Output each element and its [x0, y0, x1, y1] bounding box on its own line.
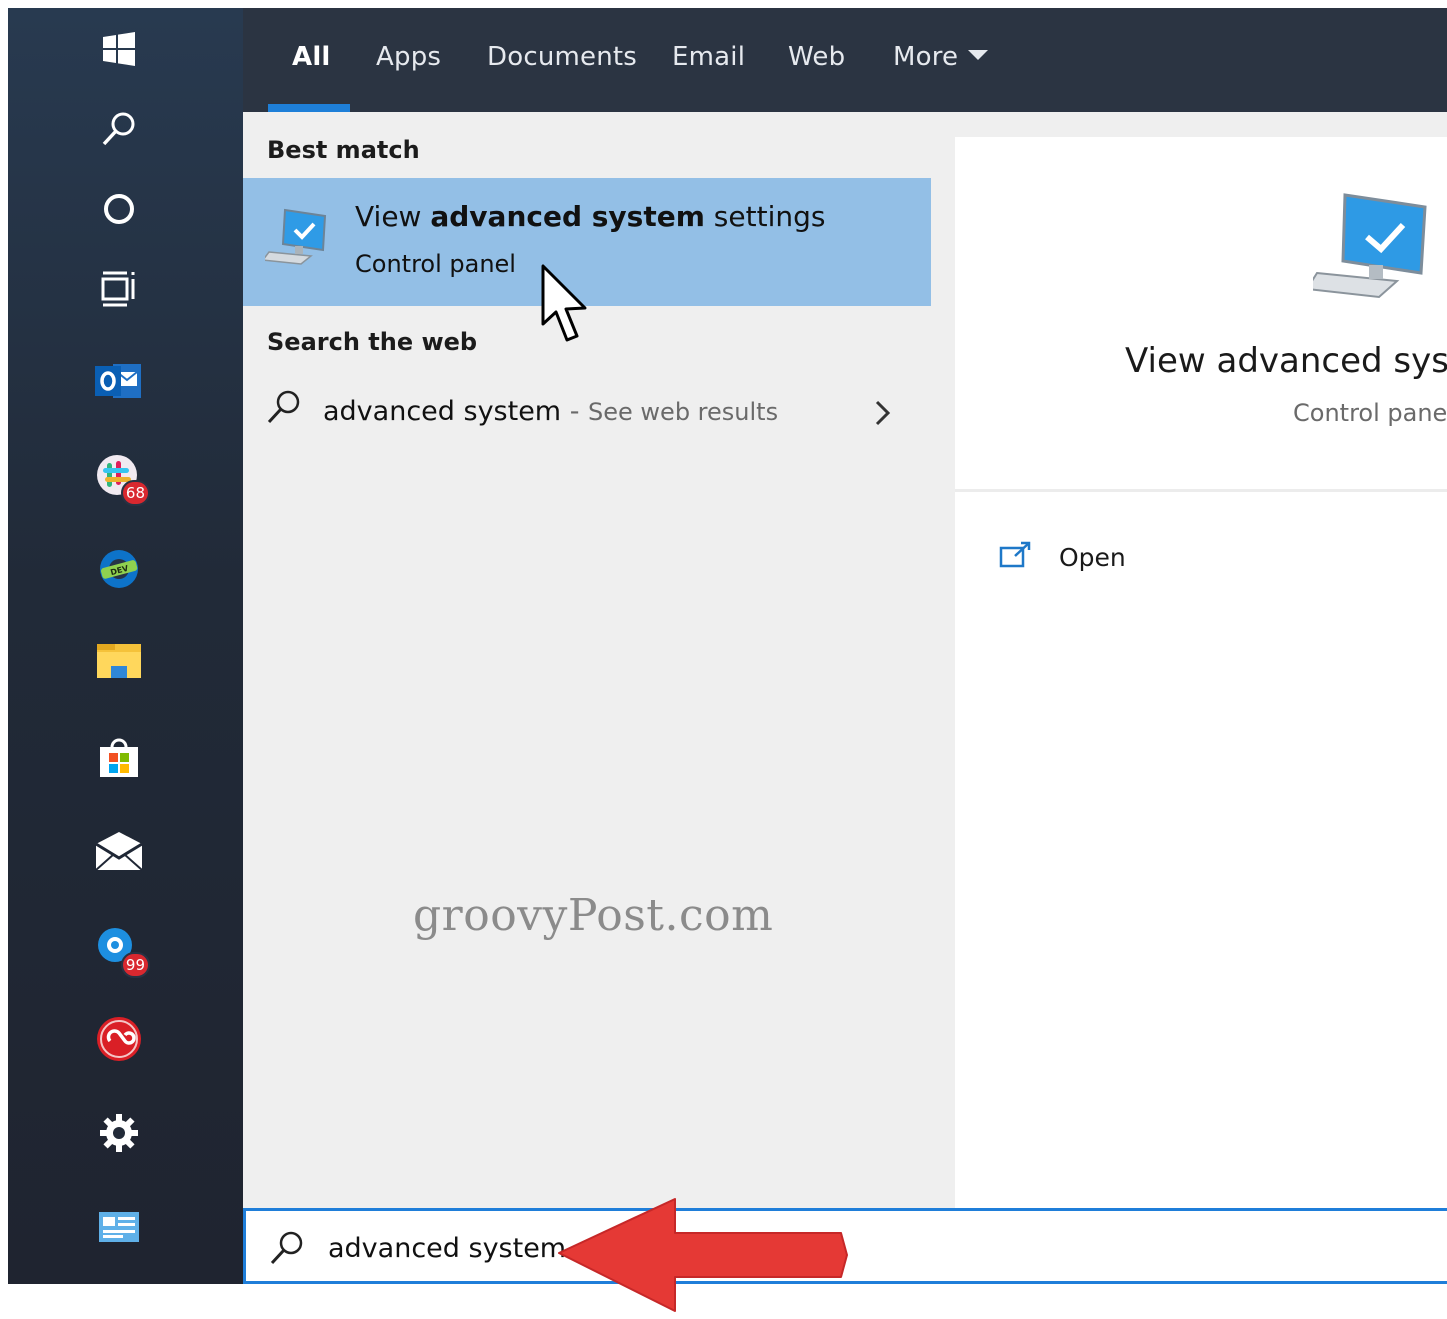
best-match-title-post: settings — [704, 200, 826, 233]
chevron-down-icon — [968, 49, 989, 60]
preview-subtitle: Control panel — [1293, 399, 1447, 427]
search-icon — [265, 388, 303, 430]
slack-icon[interactable]: 68 — [88, 446, 150, 508]
best-match-heading: Best match — [267, 136, 420, 164]
open-label: Open — [1059, 542, 1126, 572]
preview-pane: View advanced syste Control panel Open — [955, 137, 1447, 1208]
preview-title: View advanced syste — [1125, 341, 1447, 381]
tab-documents[interactable]: Documents — [487, 42, 637, 72]
windows-start-icon[interactable] — [88, 18, 150, 80]
search-web-heading: Search the web — [267, 328, 478, 356]
mouse-cursor-icon — [539, 262, 595, 352]
best-match-title-pre: View — [355, 200, 431, 233]
results-list: Best match View advanced system settings… — [243, 112, 931, 1208]
search-icon[interactable] — [88, 98, 150, 160]
tab-all[interactable]: All — [292, 42, 331, 72]
tab-more-label: More — [893, 42, 959, 72]
web-search-result[interactable]: advanced system - See web results — [243, 376, 931, 442]
settings-icon[interactable] — [88, 1102, 150, 1164]
task-view-icon[interactable] — [88, 258, 150, 320]
tab-web[interactable]: Web — [788, 42, 845, 72]
open-button[interactable]: Open — [999, 535, 1299, 579]
search-icon — [268, 1229, 306, 1271]
annotation-arrow-icon — [555, 1195, 855, 1319]
divider — [955, 489, 1447, 492]
tab-email[interactable]: Email — [672, 42, 745, 72]
start-menu-search: 68 DEV 99 All Apps Documents Email Web M… — [8, 8, 1447, 1284]
search-scope-tabs: All Apps Documents Email Web More — [243, 8, 1447, 112]
outlook-icon[interactable] — [88, 350, 150, 412]
best-match-subtitle: Control panel — [355, 250, 516, 278]
cortana-icon[interactable] — [88, 178, 150, 240]
slack-badge: 68 — [120, 480, 150, 506]
tab-more[interactable]: More — [893, 42, 989, 72]
store-icon[interactable] — [88, 726, 150, 788]
edge-icon[interactable]: DEV — [88, 538, 150, 600]
best-match-title-bold: advanced system — [430, 200, 705, 233]
creative-cloud-icon[interactable] — [88, 1008, 150, 1070]
tab-apps[interactable]: Apps — [376, 42, 441, 72]
mail-icon[interactable] — [88, 820, 150, 882]
web-result-separator: - — [561, 396, 589, 427]
skype-icon[interactable]: 99 — [88, 918, 150, 980]
watermark: groovyPost.com — [413, 890, 774, 941]
taskbar: 68 DEV 99 — [8, 8, 243, 1284]
system-settings-icon — [261, 204, 333, 272]
web-result-query: advanced system — [323, 396, 562, 427]
open-external-icon — [999, 540, 1033, 574]
file-explorer-icon[interactable] — [88, 630, 150, 692]
best-match-title: View advanced system settings — [355, 200, 825, 233]
web-result-hint: See web results — [588, 398, 779, 426]
skype-badge: 99 — [120, 952, 150, 978]
control-panel-icon[interactable] — [88, 1196, 150, 1258]
system-settings-large-icon — [1305, 187, 1433, 305]
chevron-right-icon[interactable] — [873, 398, 893, 432]
active-tab-indicator — [268, 104, 350, 112]
